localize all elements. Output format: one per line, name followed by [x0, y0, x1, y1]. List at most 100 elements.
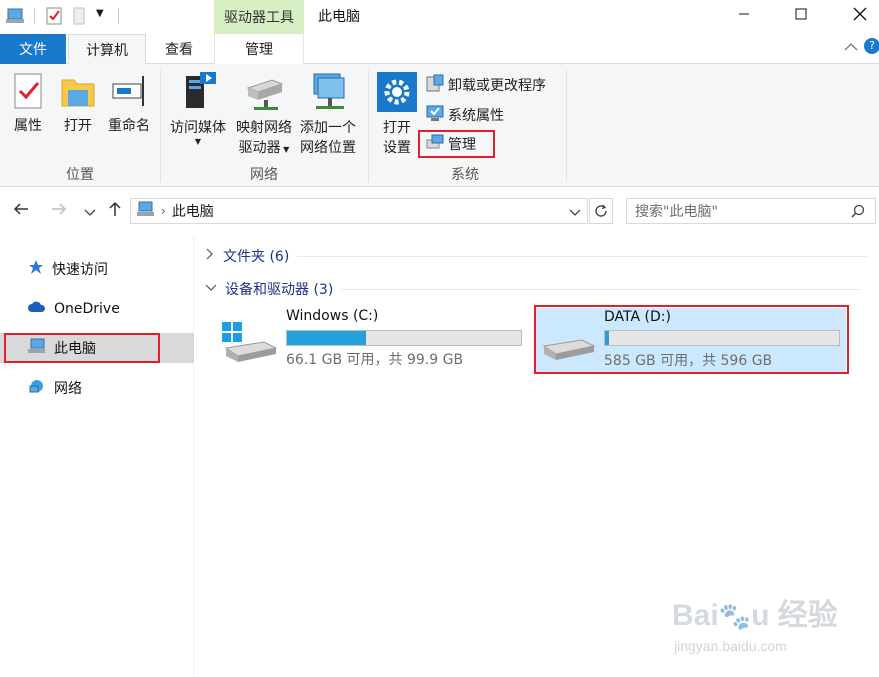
tab-file[interactable]: 文件 [0, 34, 66, 64]
properties-icon[interactable] [46, 7, 62, 29]
access-media-label: 访问媒体 [170, 120, 226, 136]
group-label-network: 网络 [250, 167, 278, 183]
map-drive-label-row: 驱动器 ▼ [232, 138, 296, 160]
refresh-icon [595, 204, 607, 217]
add-location-label-1: 添加一个 [300, 120, 356, 136]
cloud-icon [28, 300, 46, 318]
group-separator [566, 70, 567, 182]
chevron-right-icon [205, 248, 215, 264]
nav-item-label: 网络 [54, 381, 82, 397]
search-placeholder: 搜索"此电脑" [635, 204, 718, 220]
section-divider [341, 288, 862, 290]
rename-label: 重命名 [108, 118, 150, 134]
settings-gear-icon [377, 72, 417, 116]
computer-icon [137, 201, 155, 221]
uninstall-label: 卸载或更改程序 [448, 78, 546, 94]
dropdown-arrow-icon: ▼ [194, 137, 202, 146]
open-settings-button[interactable]: 打开 设置 [376, 72, 418, 158]
drive-usage-fill [287, 331, 367, 345]
window-title: 此电脑 [318, 9, 360, 25]
navigation-pane: 快速访问 OneDrive 此电脑 网络 [0, 236, 194, 677]
folder-open-icon [60, 79, 96, 114]
minimize-button[interactable] [732, 4, 756, 24]
rename-button[interactable]: 重命名 [104, 72, 154, 136]
network-icon [28, 378, 46, 398]
ribbon-tabs: 文件 计算机 查看 管理 ? [0, 34, 879, 65]
computer-icon [6, 7, 26, 29]
system-properties-button[interactable]: 系统属性 [426, 104, 504, 126]
network-drive-icon [242, 79, 286, 116]
nav-item-label: 快速访问 [52, 262, 108, 278]
folders-section-header[interactable]: 文件夹 (6) [205, 246, 868, 266]
this-pc-highlight [4, 333, 160, 363]
nav-item-label: OneDrive [54, 301, 120, 317]
open-button[interactable]: 打开 [58, 72, 98, 136]
open-label: 打开 [64, 118, 92, 134]
chevron-down-icon [205, 281, 217, 297]
network-location-icon [306, 73, 350, 116]
forward-arrow-icon[interactable] [50, 200, 68, 222]
section-title: 设备和驱动器 (3) [225, 282, 334, 298]
manage-highlight [418, 130, 495, 158]
refresh-button[interactable] [589, 198, 613, 224]
media-server-icon [176, 72, 220, 116]
group-label-location: 位置 [66, 167, 94, 183]
tab-view[interactable]: 查看 [150, 34, 208, 64]
map-drive-label-2: 驱动器 [238, 140, 281, 156]
properties-icon [12, 73, 44, 114]
map-drive-label-1: 映射网络 [236, 120, 292, 136]
rename-icon [109, 76, 149, 114]
windows-drive-icon [220, 320, 278, 368]
devices-section-header[interactable]: 设备和驱动器 (3) [205, 279, 862, 299]
tab-manage[interactable]: 管理 [214, 34, 304, 64]
drive-c[interactable]: Windows (C:) 66.1 GB 可用，共 99.9 GB [214, 306, 530, 370]
ribbon-collapse-icon[interactable] [844, 40, 858, 56]
nav-item-onedrive[interactable]: OneDrive [0, 294, 194, 324]
watermark-url: jingyan.baidu.com [674, 638, 787, 654]
address-bar[interactable]: › 此电脑 [130, 198, 588, 224]
dropdown-arrow-icon: ▼ [280, 145, 290, 154]
open-settings-label-1: 打开 [383, 120, 411, 136]
system-properties-label: 系统属性 [448, 108, 504, 124]
qat-dropdown-icon[interactable]: ▼ [96, 8, 104, 19]
access-media-button[interactable]: 访问媒体 ▼ [166, 70, 230, 146]
new-folder-icon[interactable] [72, 7, 86, 29]
address-dropdown-icon[interactable] [569, 206, 581, 222]
section-divider [297, 255, 868, 257]
drive-name: Windows (C:) [286, 308, 379, 324]
help-icon[interactable]: ? [864, 38, 879, 54]
properties-label: 属性 [14, 118, 42, 134]
system-properties-icon [426, 104, 444, 126]
breadcrumb-separator-icon[interactable]: › [161, 204, 166, 218]
open-settings-label-2: 设置 [383, 140, 411, 156]
add-location-label-2: 网络位置 [300, 140, 356, 156]
title-bar: ▼ 此电脑 [0, 0, 879, 32]
drive-capacity-info: 66.1 GB 可用，共 99.9 GB [286, 352, 464, 368]
search-icon[interactable] [851, 204, 865, 222]
breadcrumb[interactable]: 此电脑 [172, 201, 214, 221]
up-arrow-icon[interactable] [106, 200, 124, 222]
group-label-system: 系统 [451, 167, 479, 183]
maximize-button[interactable] [789, 4, 813, 24]
add-network-location-button[interactable]: 添加一个 网络位置 [296, 70, 360, 158]
drive-usage-bar [286, 330, 522, 346]
tab-computer[interactable]: 计算机 [68, 34, 146, 65]
back-arrow-icon[interactable] [12, 200, 30, 222]
group-separator [160, 70, 161, 182]
nav-item-network[interactable]: 网络 [0, 373, 194, 403]
section-title: 文件夹 (6) [223, 249, 290, 265]
uninstall-button[interactable]: 卸载或更改程序 [426, 74, 546, 96]
search-input[interactable]: 搜索"此电脑" [626, 198, 876, 224]
map-network-drive-button[interactable]: 映射网络 驱动器 ▼ [232, 70, 296, 160]
close-button[interactable] [848, 4, 872, 24]
star-icon [28, 259, 44, 279]
drive-d-highlight [534, 305, 849, 374]
watermark-logo: Bai🐾u 经验 [672, 599, 838, 632]
contextual-tab-group: 驱动器工具 [214, 0, 304, 34]
properties-button[interactable]: 属性 [8, 72, 48, 136]
group-separator [368, 70, 369, 182]
uninstall-icon [426, 74, 444, 96]
recent-locations-icon[interactable] [84, 203, 96, 222]
nav-item-quick-access[interactable]: 快速访问 [0, 254, 194, 284]
ribbon: 属性 打开 重命名 位置 访问媒体 ▼ 映射网络 驱动器 ▼ 添加一个 网络位置 [0, 64, 879, 187]
